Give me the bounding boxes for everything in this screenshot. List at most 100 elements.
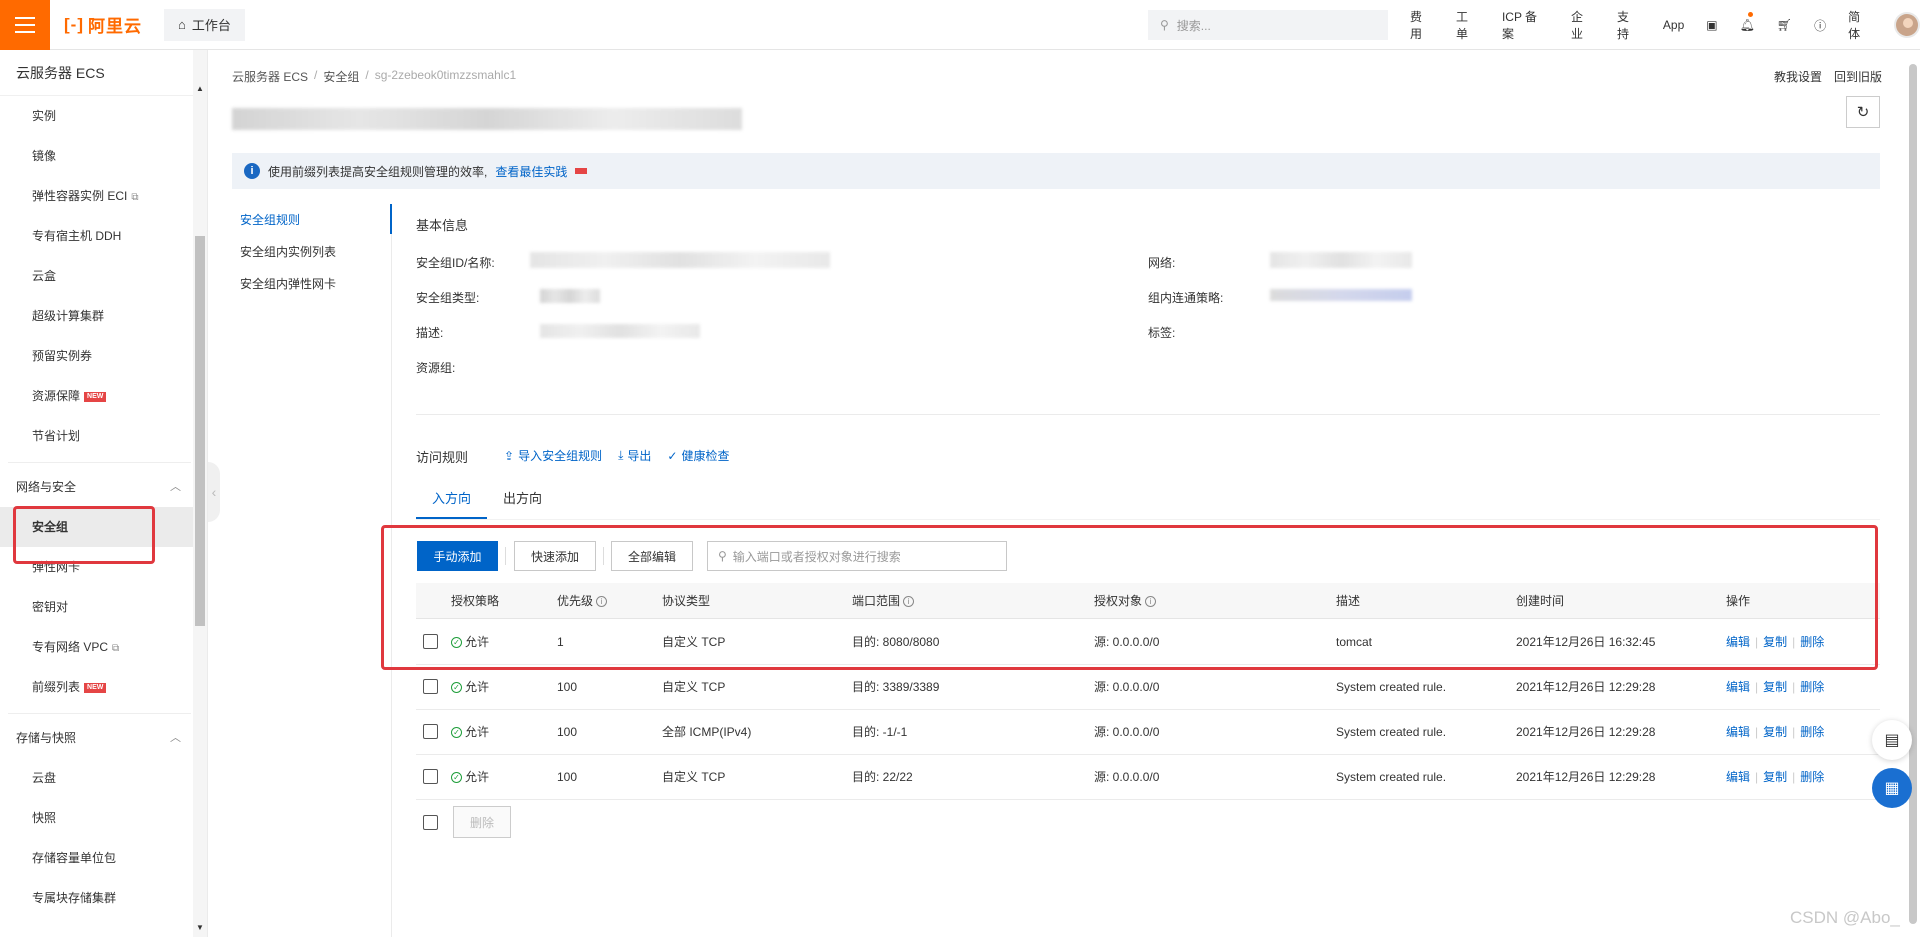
sidebar-item-4[interactable]: 云盒	[0, 256, 207, 296]
help-icon[interactable]: ⓘ	[1814, 17, 1826, 34]
global-search-input[interactable]: ⚲ 搜索...	[1148, 10, 1388, 40]
watermark: CSDN @Abo_	[1790, 908, 1900, 927]
export-link[interactable]: ⤓ 导出	[618, 447, 651, 464]
chat-icon[interactable]: ▤	[1872, 720, 1912, 760]
refresh-button[interactable]: ↻	[1846, 96, 1880, 128]
divider	[416, 414, 1880, 415]
cell-policy: ✓ 允许	[451, 755, 489, 800]
subnav-active-indicator	[390, 204, 392, 234]
page-scrollbar[interactable]	[1906, 50, 1920, 937]
aliyun-logo[interactable]: [-] 阿里云	[64, 12, 142, 37]
annotation-highlight-rules	[381, 525, 1878, 670]
language-switch[interactable]: 简体	[1848, 8, 1872, 42]
scroll-down-arrow[interactable]: ▼	[196, 923, 204, 932]
delete-rule-link[interactable]: 删除	[1800, 770, 1824, 784]
sidebar-item-3[interactable]: 专有宿主机 DDH	[0, 216, 207, 256]
label-sg-type: 安全组类型:	[416, 291, 480, 305]
import-rules-link[interactable]: ⇪ 导入安全组规则	[504, 447, 602, 464]
sidebar-item-storage-3[interactable]: 专属块存储集群	[0, 878, 207, 918]
top-links: 教我设置 回到旧版	[1774, 68, 1882, 85]
label-intra-policy: 组内连通策略:	[1148, 291, 1224, 305]
edit-rule-link[interactable]: 编辑	[1726, 725, 1750, 739]
sidebar-group-storage[interactable]: 存储与快照 ︿	[0, 718, 207, 758]
cell-actions: 编辑 | 复制 | 删除	[1726, 680, 1825, 694]
breadcrumb-current: sg-2zebeok0timzzsmahlc1	[374, 68, 517, 82]
sidebar-item-label: 专有宿主机 DDH	[32, 229, 122, 243]
sidebar-item-label: 前缀列表	[32, 680, 81, 694]
cell-created: 2021年12月26日 12:29:28	[1516, 725, 1656, 739]
subnav-eni[interactable]: 安全组内弹性网卡	[232, 268, 392, 300]
sidebar-item-6[interactable]: 预留实例券	[0, 336, 207, 376]
subnav-rules[interactable]: 安全组规则	[232, 204, 392, 236]
nav-ticket[interactable]: 工单	[1456, 8, 1480, 42]
label-tags: 标签:	[1148, 326, 1176, 340]
delete-rule-link[interactable]: 删除	[1800, 725, 1824, 739]
avatar[interactable]	[1894, 12, 1920, 38]
copy-rule-link[interactable]: 复制	[1763, 725, 1787, 739]
cell-created: 2021年12月26日 12:29:28	[1516, 770, 1656, 784]
edit-rule-link[interactable]: 编辑	[1726, 770, 1750, 784]
new-badge: NEW	[84, 391, 107, 402]
cell-protocol: 自定义 TCP	[662, 770, 726, 784]
nav-support[interactable]: 支持	[1617, 8, 1641, 42]
nav-billing[interactable]: 费用	[1410, 8, 1434, 42]
row-checkbox[interactable]	[423, 724, 438, 739]
workbench-button[interactable]: ⌂ 工作台	[163, 8, 245, 41]
cell-source: 源: 0.0.0.0/0	[1094, 770, 1160, 784]
direction-tabs: 入方向 出方向	[416, 488, 558, 519]
sidebar-item-storage-0[interactable]: 云盘	[0, 758, 207, 798]
nav-enterprise[interactable]: 企业	[1571, 8, 1595, 42]
edit-rule-link[interactable]: 编辑	[1726, 680, 1750, 694]
best-practice-link[interactable]: 查看最佳实践	[495, 163, 567, 180]
intra-policy-redacted	[1270, 289, 1412, 301]
row-checkbox[interactable]	[423, 679, 438, 694]
app-grid-icon[interactable]: ▦	[1872, 768, 1912, 808]
sidebar-item-storage-1[interactable]: 快照	[0, 798, 207, 838]
sidebar-item-label: 镜像	[32, 149, 57, 163]
subnav-instances[interactable]: 安全组内实例列表	[232, 236, 392, 268]
sidebar-item-storage-2[interactable]: 存储容量单位包	[0, 838, 207, 878]
cell-protocol: 全部 ICMP(IPv4)	[662, 725, 752, 739]
sidebar-group-network[interactable]: 网络与安全 ︿	[0, 467, 207, 507]
external-link-icon: ⧉	[131, 192, 139, 203]
copy-rule-link[interactable]: 复制	[1763, 770, 1787, 784]
breadcrumb-security-group[interactable]: 安全组	[323, 68, 359, 85]
sidebar-item-1[interactable]: 镜像	[0, 136, 207, 176]
nav-app[interactable]: App	[1663, 18, 1684, 32]
sidebar-collapse-handle[interactable]: ‹	[208, 462, 220, 522]
home-icon: ⌂	[177, 17, 186, 32]
row-checkbox[interactable]	[423, 769, 438, 784]
terminal-icon[interactable]: ▣	[1706, 18, 1717, 32]
sidebar-item-0[interactable]: 实例	[0, 96, 207, 136]
tab-outbound[interactable]: 出方向	[487, 488, 558, 519]
sidebar-item-label: 密钥对	[32, 600, 69, 614]
download-icon: ⤓	[618, 448, 624, 462]
sidebar-scrollbar[interactable]	[193, 50, 207, 937]
sidebar-item-network-4[interactable]: 前缀列表 NEW	[0, 667, 207, 707]
sidebar-item-network-2[interactable]: 密钥对	[0, 587, 207, 627]
back-to-old-link[interactable]: 回到旧版	[1834, 68, 1882, 85]
tab-inbound[interactable]: 入方向	[416, 488, 488, 519]
copy-rule-link[interactable]: 复制	[1763, 680, 1787, 694]
cell-policy: ✓ 允许	[451, 665, 489, 710]
sidebar-item-8[interactable]: 节省计划	[0, 416, 207, 456]
menu-icon[interactable]	[0, 0, 50, 50]
sidebar-item-2[interactable]: 弹性容器实例 ECI ⧉	[0, 176, 207, 216]
label-description: 描述:	[416, 326, 444, 340]
scroll-up-arrow[interactable]: ▲	[196, 84, 204, 93]
cell-created: 2021年12月26日 12:29:28	[1516, 680, 1656, 694]
sidebar-item-7[interactable]: 资源保障 NEW	[0, 376, 207, 416]
cell-policy: ✓ 允许	[451, 710, 489, 755]
sidebar-item-5[interactable]: 超级计算集群	[0, 296, 207, 336]
nav-icp[interactable]: ICP 备案	[1502, 8, 1549, 42]
breadcrumb-ecs[interactable]: 云服务器 ECS	[232, 68, 308, 85]
bell-icon[interactable]: 🔔︎	[1740, 18, 1755, 32]
health-check-link[interactable]: ✓ 健康检查	[667, 447, 729, 464]
select-all-checkbox[interactable]	[423, 815, 438, 830]
bulk-delete-button[interactable]: 删除	[453, 806, 511, 838]
sg-id-redacted	[530, 252, 830, 268]
cart-icon[interactable]: 🛒︎	[1777, 18, 1792, 32]
delete-rule-link[interactable]: 删除	[1800, 680, 1824, 694]
teach-me-link[interactable]: 教我设置	[1774, 68, 1822, 85]
sidebar-item-network-3[interactable]: 专有网络 VPC ⧉	[0, 627, 207, 667]
